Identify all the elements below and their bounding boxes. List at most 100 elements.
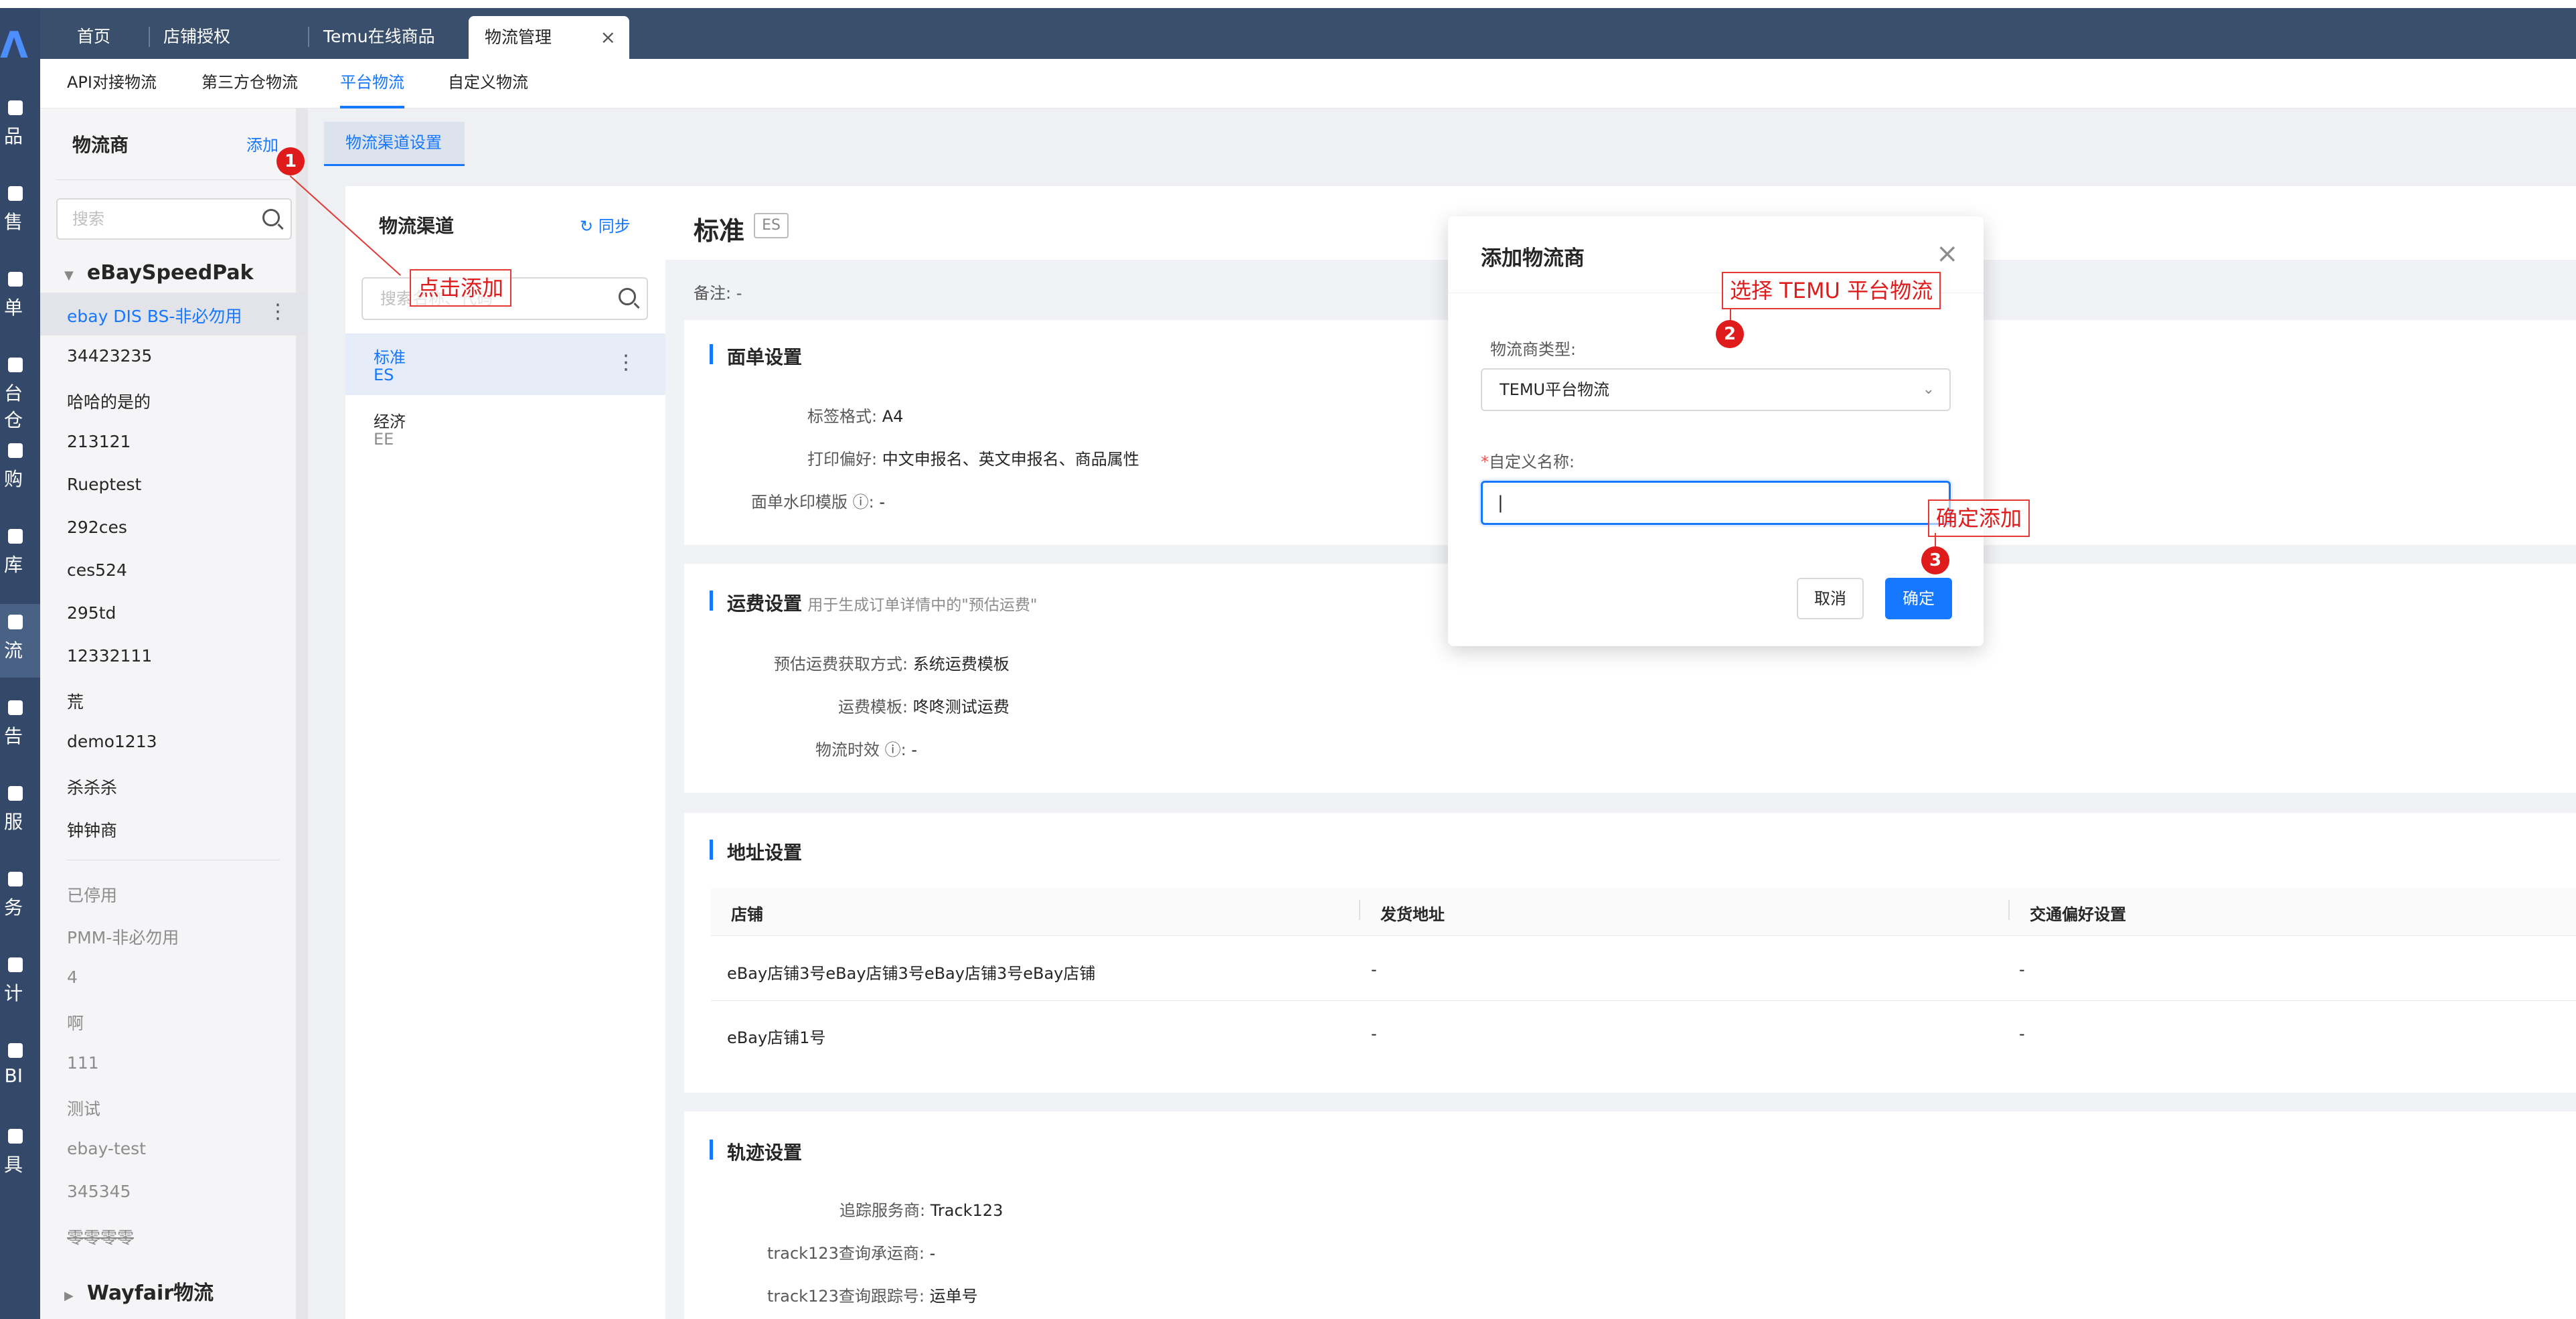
provider-type-select[interactable]: TEMU平台物流 ⌄ [1481,368,1951,411]
tab-logistics-management[interactable]: 物流管理 × [469,16,629,59]
provider-item[interactable]: ebay DIS BS-非必勿用 [67,303,242,327]
info-icon[interactable]: ⓘ [853,493,869,512]
subnav-custom-logistics[interactable]: 自定义物流 [448,59,528,108]
table-cell: - [1371,1024,1377,1043]
provider-item[interactable]: 213121 [67,432,131,451]
rail-warehouse[interactable]: 台仓 [0,358,40,431]
bi-icon [8,1043,23,1058]
inventory-icon [8,529,23,544]
annotation-leader-line [1935,533,1936,548]
channel-name[interactable]: 标准 [374,344,406,368]
rail-finance[interactable]: 务 [0,872,40,932]
group-ebayspeedpak[interactable]: ▼ eBaySpeedPak [64,261,254,285]
channel-title: 物流渠道 [379,215,455,237]
disabled-provider-item[interactable]: ebay-test [67,1139,146,1158]
detail-title: 标准 [694,216,745,246]
group-wayfair[interactable]: ▶ Wayfair物流 [64,1276,214,1306]
disabled-provider-item[interactable]: 111 [67,1053,99,1073]
rail-tools[interactable]: 具 [0,1129,40,1189]
search-icon[interactable] [619,288,636,305]
selected-value: TEMU平台物流 [1500,380,1610,399]
sync-button[interactable]: ↻ 同步 [580,213,631,236]
remark: 备注: - [694,284,742,303]
subnav-3pl-logistics[interactable]: 第三方仓物流 [202,59,298,108]
rail-ads[interactable]: 告 [0,700,40,761]
row-divider [711,1000,2576,1001]
disabled-provider-item[interactable]: 啊 [67,1010,84,1034]
logo-icon: Λ [0,24,28,66]
rail-sales[interactable]: 售 [0,186,40,246]
provider-item[interactable]: 哈哈的是的 [67,389,151,413]
more-icon[interactable]: ⋮ [616,351,636,374]
provider-item[interactable]: 杀杀杀 [67,775,117,799]
provider-scrollbar[interactable] [296,108,308,1319]
close-icon[interactable]: × [600,16,616,59]
subnav-api-logistics[interactable]: API对接物流 [67,59,157,108]
more-icon[interactable]: ⋮ [268,300,288,323]
info-icon[interactable]: ⓘ [885,741,901,759]
label-format-row: 标签格式: A4 [807,407,904,426]
print-pref-row: 打印偏好: 中文申报名、英文申报名、商品属性 [807,450,1139,469]
tool-icon [8,1129,23,1144]
provider-item[interactable]: 荒 [67,689,84,713]
column-divider [2008,900,2010,920]
rail-orders[interactable]: 单 [0,272,40,332]
provider-item[interactable]: ces524 [67,560,127,580]
rail-stats[interactable]: 计 [0,957,40,1018]
freight-section-header: 运费设置 用于生成订单详情中的"预估运费" [727,593,1038,615]
table-cell: eBay店铺1号 [727,1028,826,1047]
tab-temu-products[interactable]: Temu在线商品 [323,15,435,59]
provider-item[interactable]: Rueptest [67,475,141,494]
caret-down-icon: ▼ [64,268,74,283]
rail-logistics[interactable]: 流 [0,604,40,678]
provider-item[interactable]: 34423235 [67,346,152,366]
box-icon [8,100,23,115]
channel-code: EE [374,430,394,449]
provider-item[interactable]: 292ces [67,518,127,537]
code-badge: ES [754,213,789,238]
confirm-button[interactable]: 确定 [1885,578,1952,619]
provider-item[interactable]: 295td [67,603,116,623]
add-provider-button[interactable]: 添加 [246,132,278,155]
column-header: 店铺 [731,905,763,924]
disabled-provider-item[interactable]: 测试 [67,1096,100,1120]
rail-products[interactable]: 品 [0,100,40,161]
channel-settings-tab[interactable]: 物流渠道设置 [324,122,465,166]
top-strip [0,0,2576,8]
custom-name-input[interactable]: | [1481,481,1951,525]
tab-home[interactable]: 首页 [77,15,110,59]
close-icon[interactable]: × [1936,238,1959,269]
cancel-button[interactable]: 取消 [1797,578,1864,619]
disabled-header: 已停用 [67,886,118,905]
provider-item[interactable]: demo1213 [67,732,157,751]
disabled-provider-item[interactable]: PMM-非必勿用 [67,925,179,949]
address-table-header [711,888,2576,936]
provider-type-label: 物流商类型: [1490,340,1577,359]
rail-purchase[interactable]: 购 [0,443,40,503]
caret-right-icon: ▶ [64,1289,74,1303]
rail-bi[interactable]: BI [0,1043,40,1103]
table-cell: - [2019,960,2025,979]
order-icon [8,272,23,287]
subnav-platform-logistics[interactable]: 平台物流 [340,59,404,108]
section-title: 地址设置 [727,842,803,864]
annotation-label: 选择 TEMU 平台物流 [1722,272,1941,309]
provider-item[interactable]: 钟钟商 [67,818,117,842]
annotation-number: 1 [276,147,305,175]
search-icon[interactable] [262,209,280,226]
provider-search-input[interactable]: 搜索 [56,198,292,240]
disabled-provider-item[interactable]: 零零零零 [67,1225,134,1249]
provider-item[interactable]: 12332111 [67,646,152,666]
chart-icon [8,186,23,201]
provider-title: 物流商 [72,134,129,156]
channel-name[interactable]: 经济 [374,408,406,432]
rail-service[interactable]: 服 [0,786,40,846]
divider [56,179,291,180]
freight-method-row: 预估运费获取方式: 系统运费模板 [774,655,1010,674]
table-cell: - [2019,1024,2025,1043]
tab-store-auth[interactable]: 店铺授权 [163,15,230,59]
freight-template-row: 运费模板: 咚咚测试运费 [838,698,1010,716]
disabled-provider-item[interactable]: 4 [67,967,78,987]
rail-inventory[interactable]: 库 [0,529,40,589]
disabled-provider-item[interactable]: 345345 [67,1182,131,1201]
